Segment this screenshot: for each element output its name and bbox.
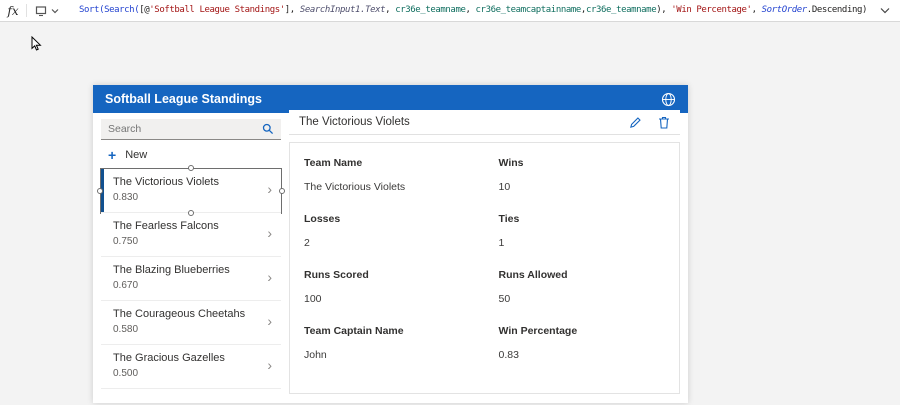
field-value: 50 xyxy=(499,293,666,305)
property-selector-icon xyxy=(35,5,47,17)
formula-token: ], xyxy=(285,5,300,15)
resize-handle-right[interactable] xyxy=(279,188,285,194)
formula-token: , xyxy=(752,5,762,15)
app-header: Softball League Standings xyxy=(93,85,688,113)
team-win-pct: 0.670 xyxy=(113,280,271,291)
app-title: Softball League Standings xyxy=(105,92,262,106)
field-value: 100 xyxy=(304,293,471,305)
search-input[interactable] xyxy=(108,123,262,135)
detail-form: Team Name The Victorious Violets Wins 10… xyxy=(289,142,680,394)
formula-token: ) xyxy=(862,5,867,15)
form-field: Wins 10 xyxy=(485,147,680,203)
formula-token: ), xyxy=(656,5,671,15)
formula-token: Search( xyxy=(104,5,139,15)
form-field: Team Name The Victorious Violets xyxy=(290,147,485,203)
team-name: The Courageous Cheetahs xyxy=(113,308,271,320)
field-value: 10 xyxy=(499,181,666,193)
chevron-right-icon: › xyxy=(267,314,272,328)
team-win-pct: 0.830 xyxy=(113,192,271,203)
fx-button[interactable]: fx xyxy=(0,0,26,22)
field-label: Wins xyxy=(499,157,666,169)
formula-token: cr36e_teamname xyxy=(586,5,656,15)
formula-token: SearchInput1.Text xyxy=(300,5,385,15)
field-label: Ties xyxy=(499,213,666,225)
field-label: Losses xyxy=(304,213,471,225)
app-canvas: Softball League Standings + New The Vict… xyxy=(93,85,688,403)
globe-icon[interactable] xyxy=(661,92,676,107)
sidebar: + New The Victorious Violets 0.830 › The… xyxy=(101,119,281,389)
formula-token: [@ xyxy=(139,5,149,15)
resize-handle-top[interactable] xyxy=(188,165,194,171)
field-label: Team Captain Name xyxy=(304,325,471,337)
formula-token: 'Softball League Standings' xyxy=(149,5,285,15)
form-field: Win Percentage 0.83 xyxy=(485,315,680,371)
field-label: Win Percentage xyxy=(499,325,666,337)
chevron-down-icon xyxy=(51,8,59,14)
field-value: 2 xyxy=(304,237,471,249)
list-item[interactable]: The Victorious Violets 0.830 › xyxy=(101,169,281,213)
team-list: The Victorious Violets 0.830 › The Fearl… xyxy=(101,169,281,389)
delete-button[interactable] xyxy=(658,116,670,129)
formula-token: SortOrder xyxy=(762,5,807,15)
field-label: Team Name xyxy=(304,157,471,169)
new-item-label: New xyxy=(125,149,147,161)
form-field: Runs Scored 100 xyxy=(290,259,485,315)
plus-icon: + xyxy=(108,148,116,162)
edit-button[interactable] xyxy=(629,116,642,129)
form-field: Team Captain Name John xyxy=(290,315,485,371)
team-name: The Victorious Violets xyxy=(113,176,271,188)
mouse-cursor xyxy=(31,36,42,51)
chevron-right-icon: › xyxy=(267,226,272,240)
chevron-right-icon: › xyxy=(267,182,272,196)
field-value: 1 xyxy=(499,237,666,249)
fx-icon: fx xyxy=(7,4,18,18)
field-label: Runs Allowed xyxy=(499,269,666,281)
formula-token: 'Win Percentage' xyxy=(671,5,751,15)
formula-token: Sort( xyxy=(79,5,104,15)
search-icon xyxy=(262,123,274,135)
trash-icon xyxy=(658,116,670,129)
field-value: 0.83 xyxy=(499,349,666,361)
formula-expand-button[interactable] xyxy=(870,0,900,22)
team-name: The Fearless Falcons xyxy=(113,220,271,232)
chevron-right-icon: › xyxy=(267,270,272,284)
formula-bar: fx Sort(Search([@'Softball League Standi… xyxy=(0,0,900,22)
property-selector[interactable] xyxy=(27,0,67,22)
formula-token: cr36e_teamname xyxy=(395,5,465,15)
resize-handle-left[interactable] xyxy=(97,188,103,194)
list-item[interactable]: The Courageous Cheetahs 0.580 › xyxy=(101,301,281,345)
team-win-pct: 0.500 xyxy=(113,368,271,379)
field-label: Runs Scored xyxy=(304,269,471,281)
list-item[interactable]: The Blazing Blueberries 0.670 › xyxy=(101,257,281,301)
field-value: John xyxy=(304,349,471,361)
list-item[interactable]: The Gracious Gazelles 0.500 › xyxy=(101,345,281,389)
formula-token: , xyxy=(465,5,475,15)
new-item-button[interactable]: + New xyxy=(101,147,281,163)
team-win-pct: 0.750 xyxy=(113,236,271,247)
pencil-icon xyxy=(629,116,642,129)
formula-token: cr36e_teamcaptainname xyxy=(476,5,581,15)
detail-title: The Victorious Violets xyxy=(299,116,410,128)
formula-token: , xyxy=(385,5,395,15)
formula-input[interactable]: Sort(Search([@'Softball League Standings… xyxy=(67,0,870,21)
team-name: The Gracious Gazelles xyxy=(113,352,271,364)
list-item[interactable]: The Fearless Falcons 0.750 › xyxy=(101,213,281,257)
detail-header: The Victorious Violets xyxy=(289,110,680,135)
form-field: Ties 1 xyxy=(485,203,680,259)
formula-token: .Descending xyxy=(807,5,862,15)
form-field: Runs Allowed 50 xyxy=(485,259,680,315)
search-box xyxy=(101,119,281,140)
field-value: The Victorious Violets xyxy=(304,181,471,193)
team-win-pct: 0.580 xyxy=(113,324,271,335)
chevron-right-icon: › xyxy=(267,358,272,372)
chevron-down-icon xyxy=(880,7,890,14)
form-field: Losses 2 xyxy=(290,203,485,259)
resize-handle-bottom[interactable] xyxy=(188,210,194,216)
team-name: The Blazing Blueberries xyxy=(113,264,271,276)
